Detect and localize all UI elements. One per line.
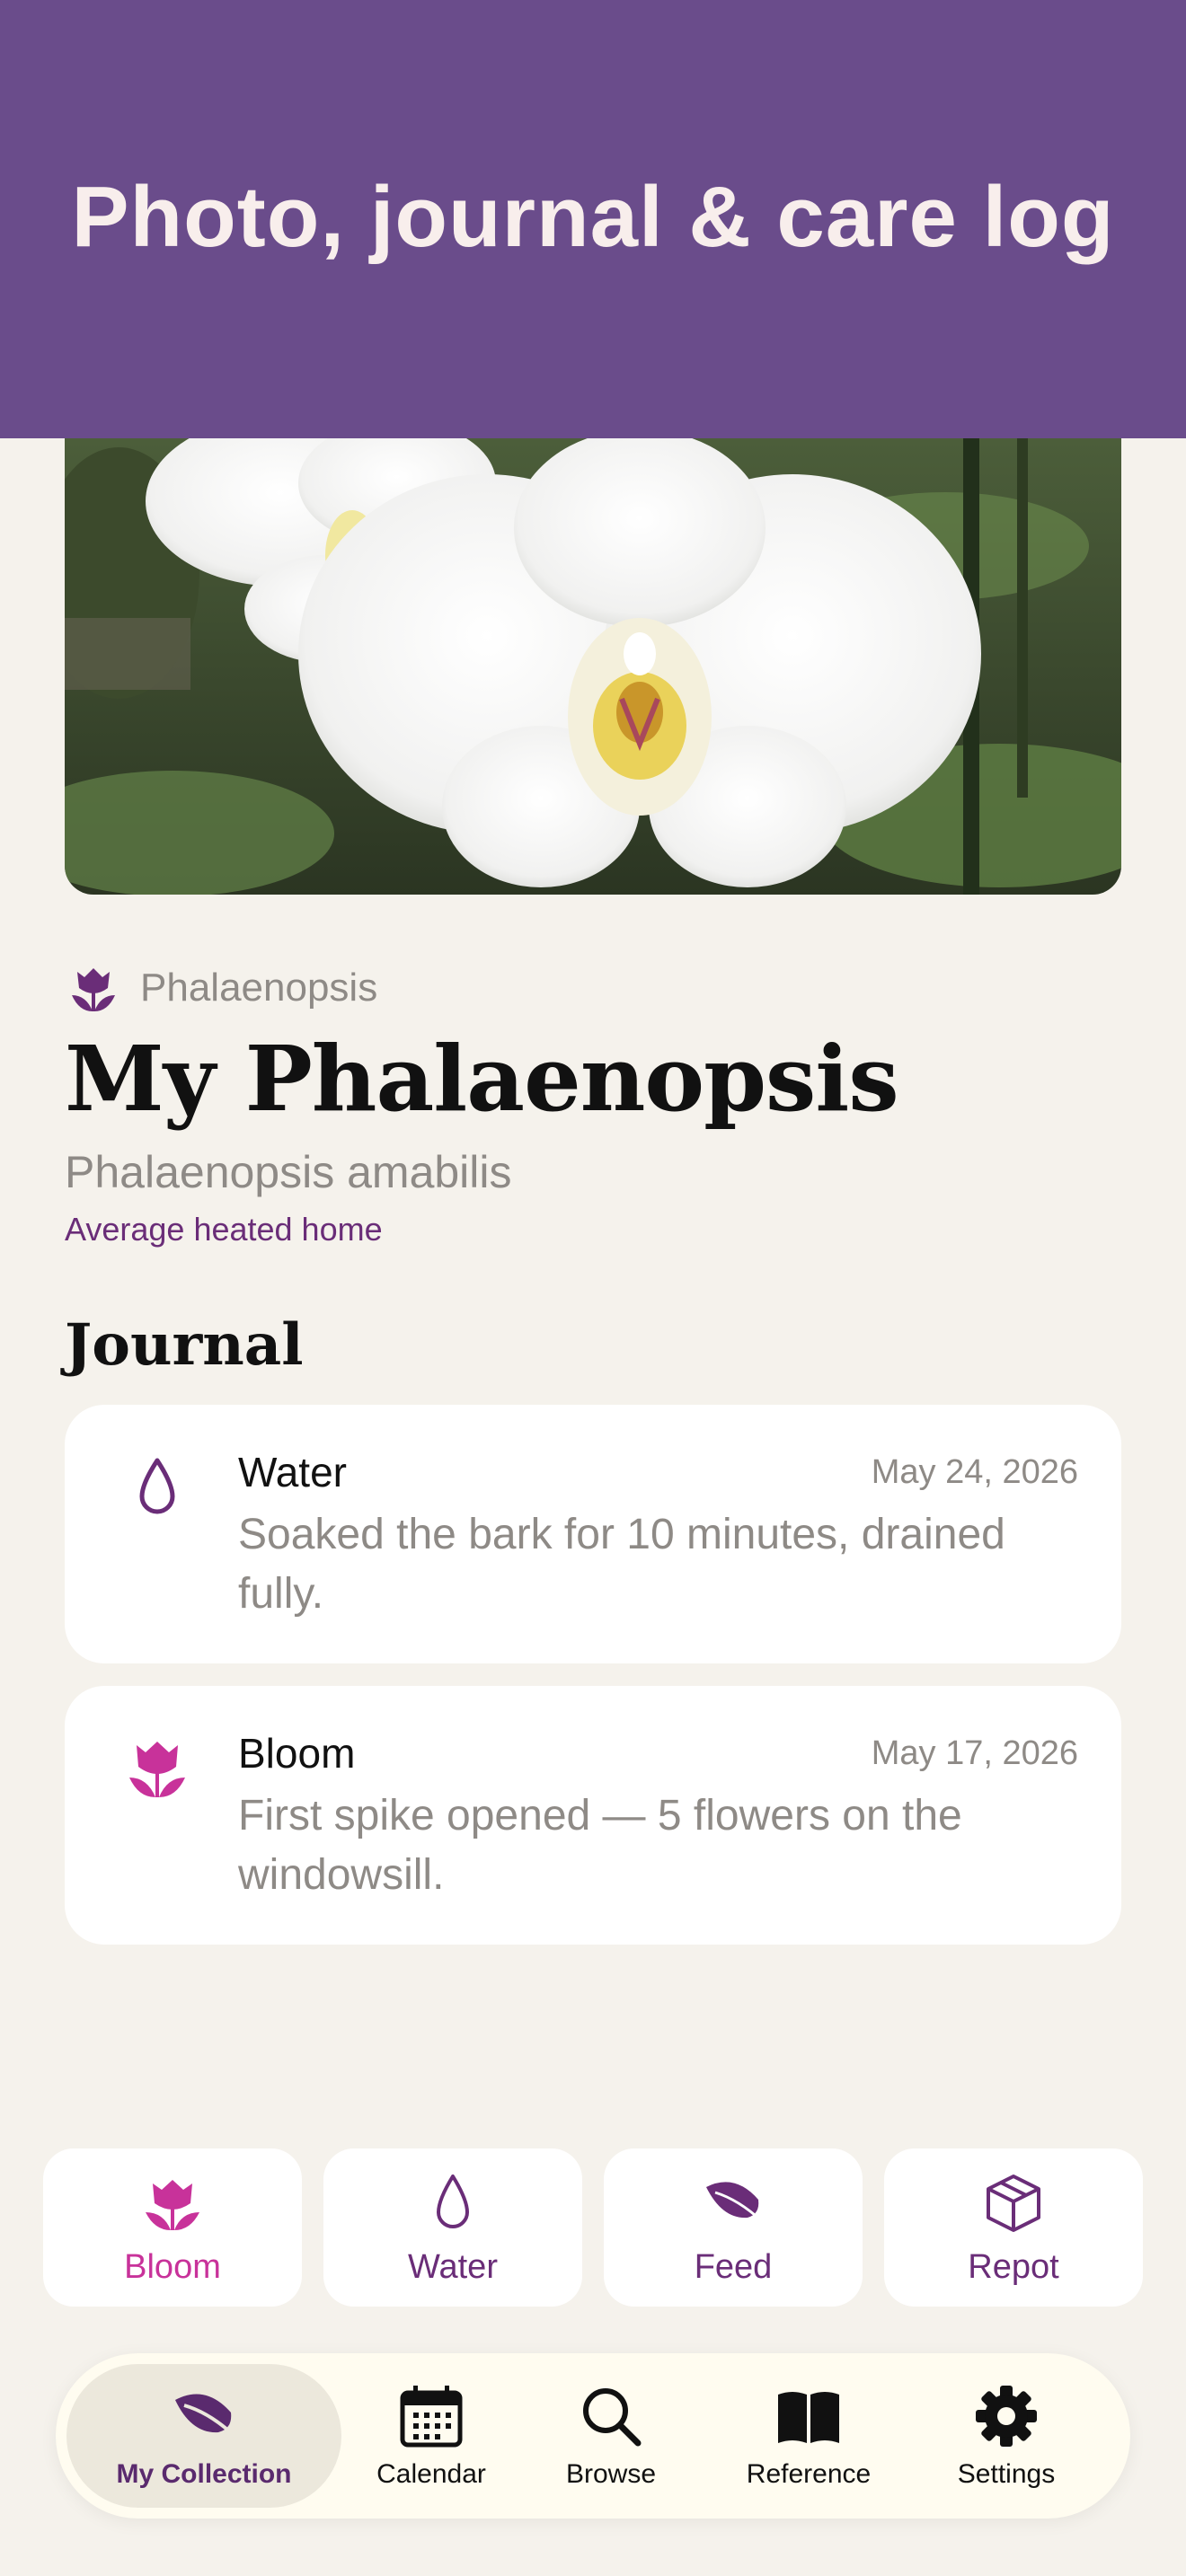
tab-reference[interactable]: Reference [701,2364,916,2508]
tulip-icon [129,1742,185,1797]
tulip-icon [72,968,115,1011]
tab-calendar[interactable]: Calendar [341,2364,521,2508]
water-action-label: Water [408,2247,498,2286]
environment-label: Average heated home [65,1211,383,1248]
leaf-icon [175,2394,236,2438]
tab-settings[interactable]: Settings [916,2364,1096,2508]
header-title: Photo, journal & care log [71,169,1115,265]
bloom-action-label: Bloom [124,2247,221,2286]
tulip-icon [146,2179,199,2230]
leaf-icon [706,2181,764,2222]
box-icon [987,2174,1040,2232]
journal-entry-card[interactable]: Water May 24, 2026 Soaked the bark for 1… [65,1405,1121,1663]
journal-entry-date: May 17, 2026 [871,1734,1078,1772]
journal-entry-type: Water [238,1449,347,1495]
tab-label: Reference [746,2459,872,2489]
journal-entry-note: First spike opened — 5 flowers on the wi… [238,1792,962,1899]
water-drop-icon [437,2174,469,2228]
plant-name-title: My Phalaenopsis [65,1026,899,1132]
tab-label: My Collection [116,2459,292,2489]
tab-label: Settings [957,2459,1056,2489]
water-action-button[interactable]: Water [323,2148,582,2307]
water-drop-icon [139,1458,175,1514]
feed-action-button[interactable]: Feed [604,2148,863,2307]
journal-entry-type: Bloom [238,1730,356,1777]
calendar-icon [400,2386,463,2448]
species-name: Phalaenopsis amabilis [65,1147,512,1197]
tab-label: Calendar [376,2459,486,2489]
journal-entry-date: May 24, 2026 [871,1453,1078,1491]
header-banner: Photo, journal & care log [0,0,1186,438]
search-icon [583,2388,642,2447]
bloom-action-button[interactable]: Bloom [43,2148,302,2307]
genus-label: Phalaenopsis [140,966,378,1010]
gear-icon [976,2386,1037,2447]
journal-section-title: Journal [65,1311,304,1379]
feed-action-label: Feed [694,2247,773,2286]
tab-label: Browse [565,2459,657,2489]
book-icon [778,2392,839,2443]
bottom-tab-bar: My Collection Calendar Browse Reference [56,2353,1130,2519]
genus-row: Phalaenopsis [65,959,377,1017]
repot-action-button[interactable]: Repot [884,2148,1143,2307]
tab-my-collection[interactable]: My Collection [66,2364,341,2508]
tab-browse[interactable]: Browse [521,2364,701,2508]
repot-action-label: Repot [968,2247,1059,2286]
journal-entry-note: Soaked the bark for 10 minutes, drained … [238,1511,1005,1618]
journal-entry-card[interactable]: Bloom May 17, 2026 First spike opened — … [65,1686,1121,1945]
plant-photo[interactable] [65,438,1121,895]
